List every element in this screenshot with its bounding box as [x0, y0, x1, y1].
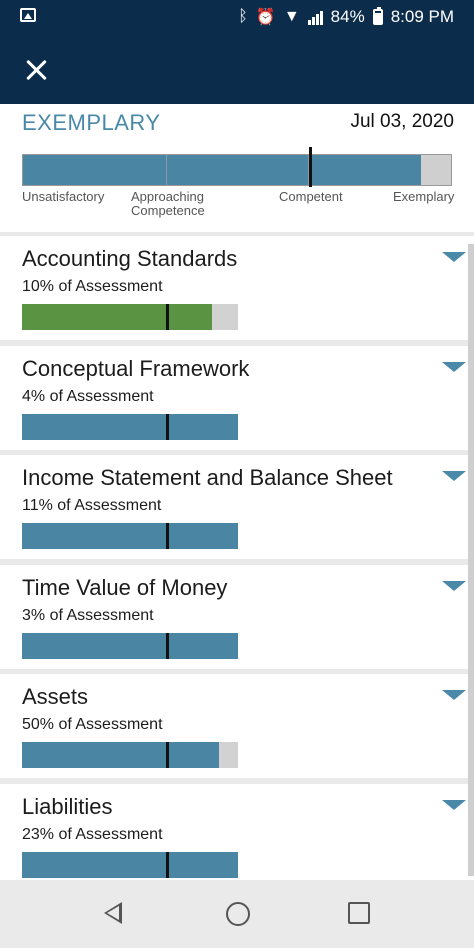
close-icon[interactable] — [22, 56, 50, 84]
topic-progress-bar — [22, 304, 238, 330]
competency-marker — [165, 742, 169, 768]
overall-progress-bar — [22, 147, 452, 187]
home-icon[interactable] — [226, 902, 250, 926]
competency-marker — [165, 413, 169, 440]
navigation-bar — [0, 880, 474, 948]
topic-progress-fill — [22, 742, 219, 768]
topic-progress-bar — [22, 851, 238, 878]
assessment-content[interactable]: EXEMPLARY Jul 03, 2020 Unsatisfactory Ap… — [0, 104, 474, 880]
topic-card[interactable]: Time Value of Money 3% of Assessment — [0, 564, 474, 669]
overall-rating-card: EXEMPLARY Jul 03, 2020 Unsatisfactory Ap… — [0, 104, 474, 232]
topic-title: Liabilities — [22, 793, 113, 819]
topic-title: Income Statement and Balance Sheet — [22, 465, 393, 490]
status-bar: ᛒ ⏰ ▼ 84% 8:09 PM — [0, 0, 474, 36]
topic-progress-fill — [22, 304, 213, 330]
topic-progress-bar — [22, 413, 238, 440]
signal-icon — [307, 9, 323, 25]
expand-chevron-icon[interactable] — [442, 580, 466, 591]
competency-marker — [165, 304, 169, 330]
scale-label-competent: Competent — [279, 189, 343, 204]
expand-chevron-icon[interactable] — [442, 252, 466, 262]
topic-card[interactable]: Liabilities 23% of Assessment — [0, 783, 474, 880]
recent-apps-icon[interactable] — [348, 902, 370, 924]
assessment-date: Jul 03, 2020 — [350, 111, 454, 132]
competency-marker — [165, 523, 169, 549]
topic-share: 50% of Assessment — [22, 716, 163, 733]
alarm-icon: ⏰ — [255, 9, 276, 26]
battery-icon — [372, 7, 383, 25]
competency-marker — [165, 632, 169, 659]
bluetooth-icon: ᛒ — [238, 8, 248, 25]
topic-progress-bar — [22, 523, 238, 549]
expand-chevron-icon[interactable] — [442, 361, 466, 372]
expand-chevron-icon[interactable] — [442, 690, 466, 700]
overall-progress-fill — [23, 155, 422, 185]
topic-progress-fill — [22, 851, 238, 878]
topic-card[interactable]: Income Statement and Balance Sheet 11% of… — [0, 455, 474, 559]
topic-progress-bar — [22, 632, 238, 659]
topic-progress-fill — [22, 413, 238, 440]
topic-share: 4% of Assessment — [22, 387, 154, 405]
scrollbar[interactable] — [468, 244, 474, 876]
topic-share: 11% of Assessment — [22, 497, 162, 514]
topic-share: 3% of Assessment — [22, 606, 154, 624]
level-divider — [165, 155, 167, 185]
battery-percent: 84% — [330, 7, 365, 26]
scale-label-exemplary: Exemplary — [393, 189, 455, 204]
topic-title: Assets — [22, 684, 89, 709]
status-icons: ᛒ ⏰ ▼ 84% 8:09 PM — [238, 6, 454, 28]
expand-chevron-icon[interactable] — [442, 799, 466, 810]
scale-label-unsatisfactory: Unsatisfactory — [22, 189, 105, 204]
wifi-icon: ▼ — [283, 8, 300, 25]
topic-share: 23% of Assessment — [22, 825, 163, 843]
competency-marker — [165, 851, 169, 878]
scale-label-approaching: Approaching Competence — [131, 189, 205, 218]
expand-chevron-icon[interactable] — [442, 471, 466, 481]
topic-progress-fill — [22, 632, 238, 659]
topic-progress-fill — [22, 523, 238, 549]
topic-card[interactable]: Accounting Standards 10% of Assessment — [0, 236, 474, 340]
back-icon[interactable] — [104, 902, 122, 924]
topic-card[interactable]: Conceptual Framework 4% of Assessment — [0, 345, 474, 450]
competency-marker — [308, 147, 312, 187]
overall-rating: EXEMPLARY — [22, 110, 161, 135]
app-bar — [0, 36, 474, 104]
gallery-icon — [20, 8, 36, 22]
topic-title: Time Value of Money — [22, 574, 228, 600]
topic-title: Accounting Standards — [22, 246, 238, 271]
topic-progress-bar — [22, 742, 238, 768]
topic-title: Conceptual Framework — [22, 355, 250, 381]
topic-card[interactable]: Assets 50% of Assessment — [0, 674, 474, 778]
topic-share: 10% of Assessment — [22, 278, 163, 295]
status-time: 8:09 PM — [390, 7, 454, 26]
